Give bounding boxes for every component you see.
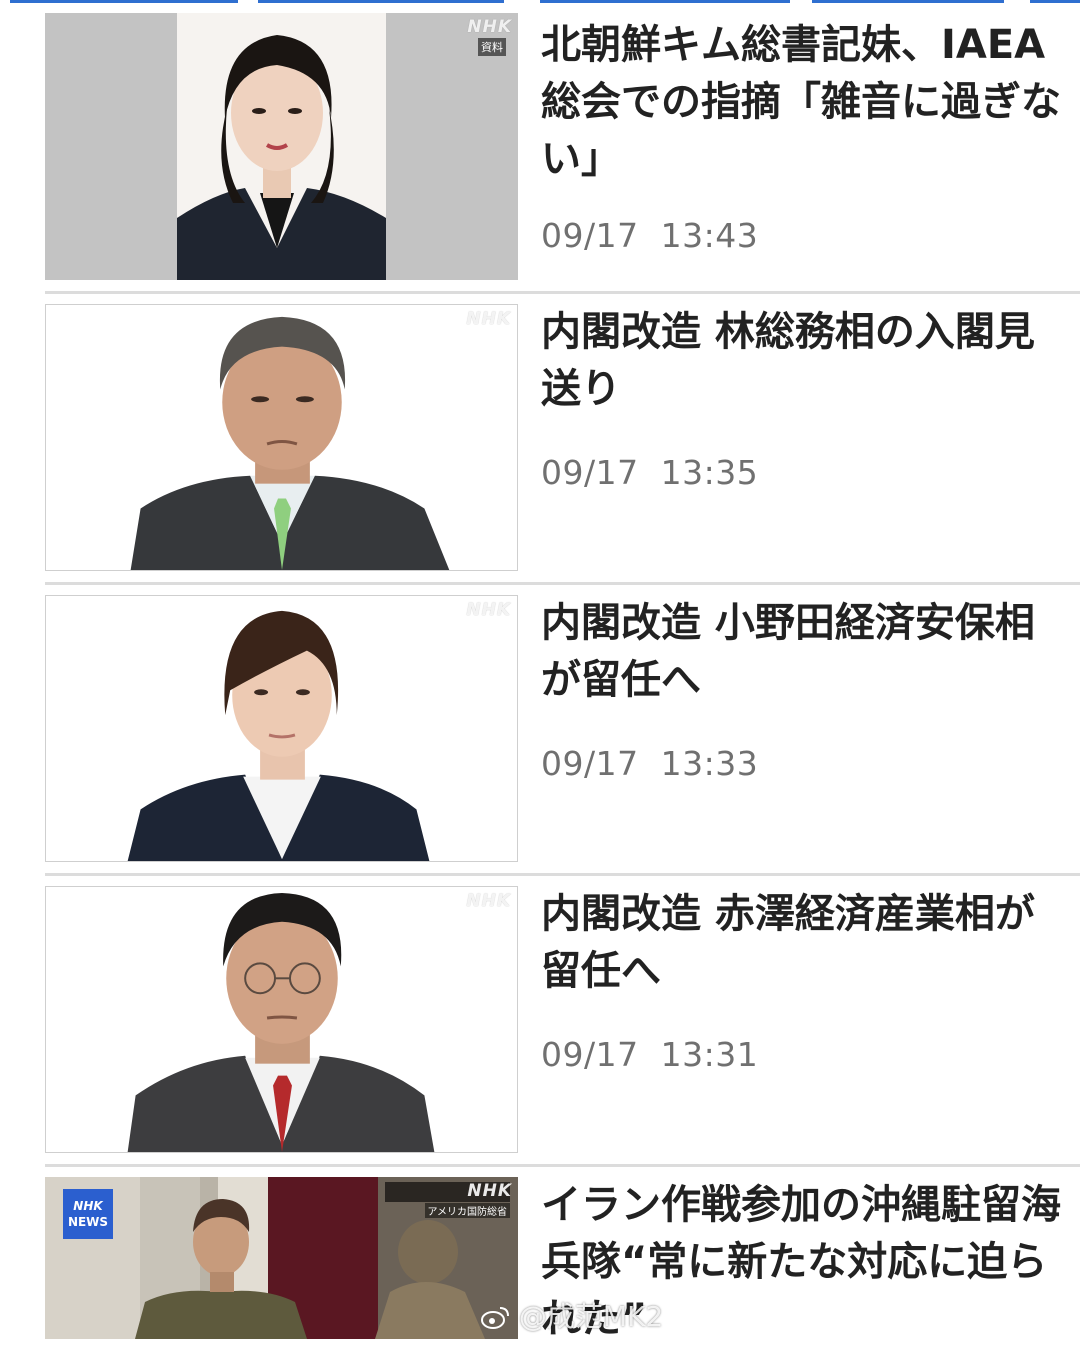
nhk-logo: NHK <box>466 891 511 911</box>
news-timestamp: 09/17 13:43 <box>541 216 758 255</box>
nhk-logo: NHK <box>466 309 511 329</box>
news-thumbnail[interactable]: NHK <box>45 886 518 1153</box>
news-headline[interactable]: 北朝鮮キム総書記妹、IAEA総会での指摘「雑音に過ぎない」 <box>541 17 1061 188</box>
badge-bottom-text: NEWS <box>67 1215 109 1229</box>
news-thumbnail[interactable]: NHK NEWS NHK アメリカ国防総省 <box>45 1177 518 1339</box>
divider <box>45 873 1080 876</box>
news-thumbnail[interactable]: NHK <box>45 595 518 862</box>
news-thumbnail[interactable]: NHK 資料 <box>45 13 518 280</box>
news-time: 13:35 <box>660 453 759 492</box>
nhk-logo: NHK <box>466 600 511 620</box>
news-timestamp: 09/17 13:33 <box>541 744 758 783</box>
badge-top-text: NHK <box>73 1199 103 1213</box>
nhk-logo: NHK <box>467 1181 512 1201</box>
watermark-text: @成范MK2 <box>518 1300 664 1333</box>
news-item[interactable]: NHK 内閣改造 小野田経済安保相が留任へ 09/17 13:33 <box>0 595 1080 865</box>
news-date: 09/17 <box>541 216 639 255</box>
news-date: 09/17 <box>541 744 639 783</box>
portrait-image <box>45 13 518 280</box>
news-item[interactable]: NHK 内閣改造 林総務相の入閣見送り 09/17 13:35 <box>0 304 1080 574</box>
portrait-image <box>46 887 517 1152</box>
news-headline[interactable]: 内閣改造 林総務相の入閣見送り <box>541 304 1061 418</box>
news-time: 13:33 <box>660 744 759 783</box>
news-headline[interactable]: 内閣改造 赤澤経済産業相が留任へ <box>541 886 1061 1000</box>
news-time: 13:43 <box>660 216 759 255</box>
portrait-image <box>46 305 517 570</box>
reference-tag: 資料 <box>478 38 506 56</box>
news-list: NHK 資料 北朝鮮キム総書記妹、IAEA総会での指摘「雑音に過ぎない」 09/… <box>0 0 1080 1342</box>
news-headline[interactable]: 内閣改造 小野田経済安保相が留任へ <box>541 595 1061 709</box>
news-thumbnail[interactable]: NHK <box>45 304 518 571</box>
weibo-icon <box>480 1304 510 1330</box>
source-caption: アメリカ国防総省 <box>424 1203 510 1218</box>
news-timestamp: 09/17 13:31 <box>541 1035 758 1074</box>
news-timestamp: 09/17 13:35 <box>541 453 758 492</box>
news-date: 09/17 <box>541 453 639 492</box>
news-item[interactable]: NHK 内閣改造 赤澤経済産業相が留任へ 09/17 13:31 <box>0 886 1080 1156</box>
portrait-image <box>46 596 517 861</box>
nhk-news-badge: NHK NEWS <box>63 1189 113 1239</box>
divider <box>45 1164 1080 1167</box>
news-date: 09/17 <box>541 1035 639 1074</box>
watermark: @成范MK2 <box>480 1295 663 1335</box>
video-frame-image <box>45 1177 518 1339</box>
news-time: 13:31 <box>660 1035 759 1074</box>
divider <box>45 291 1080 294</box>
news-item[interactable]: NHK 資料 北朝鮮キム総書記妹、IAEA総会での指摘「雑音に過ぎない」 09/… <box>0 13 1080 283</box>
nhk-logo: NHK <box>467 17 512 37</box>
divider <box>45 582 1080 585</box>
